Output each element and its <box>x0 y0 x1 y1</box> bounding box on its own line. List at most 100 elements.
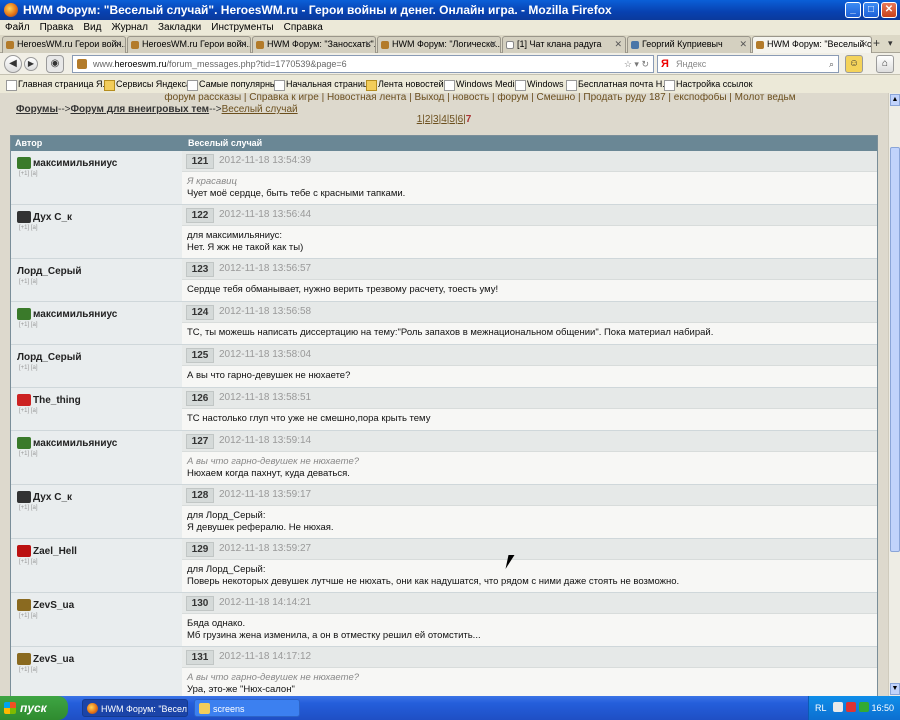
author-info-links[interactable]: [+1] [a] <box>19 505 38 511</box>
page-link-2[interactable]: 2 <box>425 114 431 125</box>
menu-view[interactable]: Вид <box>83 20 101 35</box>
post-author-link[interactable]: максимильяниус <box>33 438 117 449</box>
tray-icon[interactable] <box>846 702 856 712</box>
bookmark-item[interactable]: Бесплатная почта H... <box>566 76 670 93</box>
clan-emblem-icon[interactable] <box>17 157 31 169</box>
author-info-links[interactable]: [+1] [a] <box>19 613 38 619</box>
post-author-link[interactable]: максимильяниус <box>33 309 117 320</box>
maximize-button[interactable]: □ <box>863 2 879 18</box>
post-author-link[interactable]: Дух С_к <box>33 212 72 223</box>
post-number[interactable]: 121 <box>186 154 214 169</box>
vertical-scrollbar[interactable]: ▲ ▼ <box>888 93 900 696</box>
bookmark-item[interactable]: Начальная страница <box>274 76 373 93</box>
post-number[interactable]: 123 <box>186 262 214 277</box>
page-link-6[interactable]: 6 <box>458 114 464 125</box>
author-info-links[interactable]: [+1] [a] <box>19 279 38 285</box>
tab-close-icon[interactable]: ✕ <box>489 37 497 52</box>
clan-emblem-icon[interactable] <box>17 545 31 557</box>
home-icon[interactable]: ◉ <box>46 55 64 73</box>
clan-emblem-icon[interactable] <box>17 437 31 449</box>
back-button[interactable]: ◀ <box>4 55 22 73</box>
tab-close-icon[interactable]: ✕ <box>364 37 372 52</box>
author-info-links[interactable]: [+1] [a] <box>19 408 38 414</box>
post-author-link[interactable]: The_thing <box>33 395 81 406</box>
tab-close-icon[interactable]: ✕ <box>114 37 122 52</box>
post-number[interactable]: 125 <box>186 348 214 363</box>
menu-history[interactable]: Журнал <box>111 20 148 35</box>
post-author-link[interactable]: ZevS_ua <box>33 654 74 665</box>
scroll-thumb[interactable] <box>890 147 900 552</box>
smiley-addon-icon[interactable]: ☺ <box>845 55 863 73</box>
tab-close-icon[interactable]: ✕ <box>739 37 747 52</box>
menu-edit[interactable]: Правка <box>40 20 74 35</box>
page-link-3[interactable]: 3 <box>433 114 439 125</box>
menu-help[interactable]: Справка <box>284 20 323 35</box>
home-button-icon[interactable]: ⌂ <box>876 55 894 73</box>
menu-bookmarks[interactable]: Закладки <box>158 20 201 35</box>
close-button[interactable]: ✕ <box>881 2 897 18</box>
new-tab-button[interactable]: + <box>873 36 880 50</box>
tab-list-chevron-icon[interactable]: ▾ <box>888 38 893 49</box>
clan-emblem-icon[interactable] <box>17 394 31 406</box>
post-number[interactable]: 128 <box>186 488 214 503</box>
tray-icon[interactable] <box>833 702 843 712</box>
tab-6[interactable]: Георгий Куприевыч ✕ <box>627 36 751 53</box>
tab-3[interactable]: HWM Форум: "Заносхать"... ✕ <box>252 36 376 53</box>
top-links[interactable]: форум рассказы | Справка к игре | Новост… <box>130 93 830 104</box>
bookmark-item[interactable]: Главная страница Я... <box>6 76 110 93</box>
tray-icon[interactable] <box>859 702 869 712</box>
tab-1[interactable]: HeroesWM.ru Герои войн... ✕ <box>2 36 126 53</box>
tab-4[interactable]: HWM Форум: "Логическо... ✕ <box>377 36 501 53</box>
scroll-down-icon[interactable]: ▼ <box>890 683 900 695</box>
language-indicator[interactable]: RL <box>815 696 827 720</box>
tab-close-icon[interactable]: ✕ <box>239 37 247 52</box>
forward-button[interactable]: ▶ <box>24 57 38 71</box>
search-icon[interactable]: ⌕ <box>829 56 834 72</box>
author-info-links[interactable]: [+1] [a] <box>19 667 38 673</box>
bookmark-star-icon[interactable]: ☆ ▾ ↻ <box>624 56 649 72</box>
search-input[interactable]: Я Яндекс ⌕ <box>657 55 839 73</box>
clan-emblem-icon[interactable] <box>17 308 31 320</box>
tab-7-active[interactable]: HWM Форум: "Веселый с... ✕ <box>752 36 872 54</box>
clan-emblem-icon[interactable] <box>17 211 31 223</box>
post-number[interactable]: 131 <box>186 650 214 665</box>
tab-2[interactable]: HeroesWM.ru Герои войн... ✕ <box>127 36 251 53</box>
post-author-link[interactable]: максимильяниус <box>33 158 117 169</box>
bookmark-item[interactable]: Windows Media <box>444 76 520 93</box>
address-bar[interactable]: www.heroeswm.ru/forum_messages.php?tid=1… <box>72 55 654 73</box>
post-author-link[interactable]: Лорд_Серый <box>17 352 81 363</box>
bookmark-folder[interactable]: Лента новостей <box>366 76 444 93</box>
post-author-link[interactable]: Лорд_Серый <box>17 266 81 277</box>
tab-close-icon[interactable]: ✕ <box>860 37 868 52</box>
post-number[interactable]: 129 <box>186 542 214 557</box>
bookmark-item[interactable]: Windows <box>515 76 564 93</box>
bookmark-folder[interactable]: Сервисы Яндекса <box>104 76 191 93</box>
window-title-bar[interactable]: HWM Форум: "Веселый случай". HeroesWM.ru… <box>0 0 900 20</box>
tab-close-icon[interactable]: ✕ <box>614 37 622 52</box>
post-author-link[interactable]: ZevS_ua <box>33 600 74 611</box>
bookmark-item[interactable]: Самые популярные <box>187 76 281 93</box>
menu-file[interactable]: Файл <box>5 20 30 35</box>
post-number[interactable]: 127 <box>186 434 214 449</box>
page-link-1[interactable]: 1 <box>417 114 423 125</box>
post-number[interactable]: 124 <box>186 305 214 320</box>
clan-emblem-icon[interactable] <box>17 653 31 665</box>
author-info-links[interactable]: [+1] [a] <box>19 322 38 328</box>
author-info-links[interactable]: [+1] [a] <box>19 225 38 231</box>
post-number[interactable]: 122 <box>186 208 214 223</box>
clan-emblem-icon[interactable] <box>17 491 31 503</box>
author-info-links[interactable]: [+1] [a] <box>19 559 38 565</box>
menu-tools[interactable]: Инструменты <box>211 20 273 35</box>
bookmark-item[interactable]: Настройка ссылок <box>664 76 753 93</box>
post-author-link[interactable]: Zael_Hell <box>33 546 77 557</box>
post-author-link[interactable]: Дух С_к <box>33 492 72 503</box>
tab-5[interactable]: [1] Чат клана радуга ✕ <box>502 36 626 53</box>
clan-emblem-icon[interactable] <box>17 599 31 611</box>
post-number[interactable]: 130 <box>186 596 214 611</box>
page-link-5[interactable]: 5 <box>449 114 455 125</box>
author-info-links[interactable]: [+1] [a] <box>19 171 38 177</box>
page-link-4[interactable]: 4 <box>441 114 447 125</box>
taskbar-screens-folder[interactable]: screens <box>194 699 300 717</box>
author-info-links[interactable]: [+1] [a] <box>19 451 38 457</box>
scroll-up-icon[interactable]: ▲ <box>890 94 900 106</box>
